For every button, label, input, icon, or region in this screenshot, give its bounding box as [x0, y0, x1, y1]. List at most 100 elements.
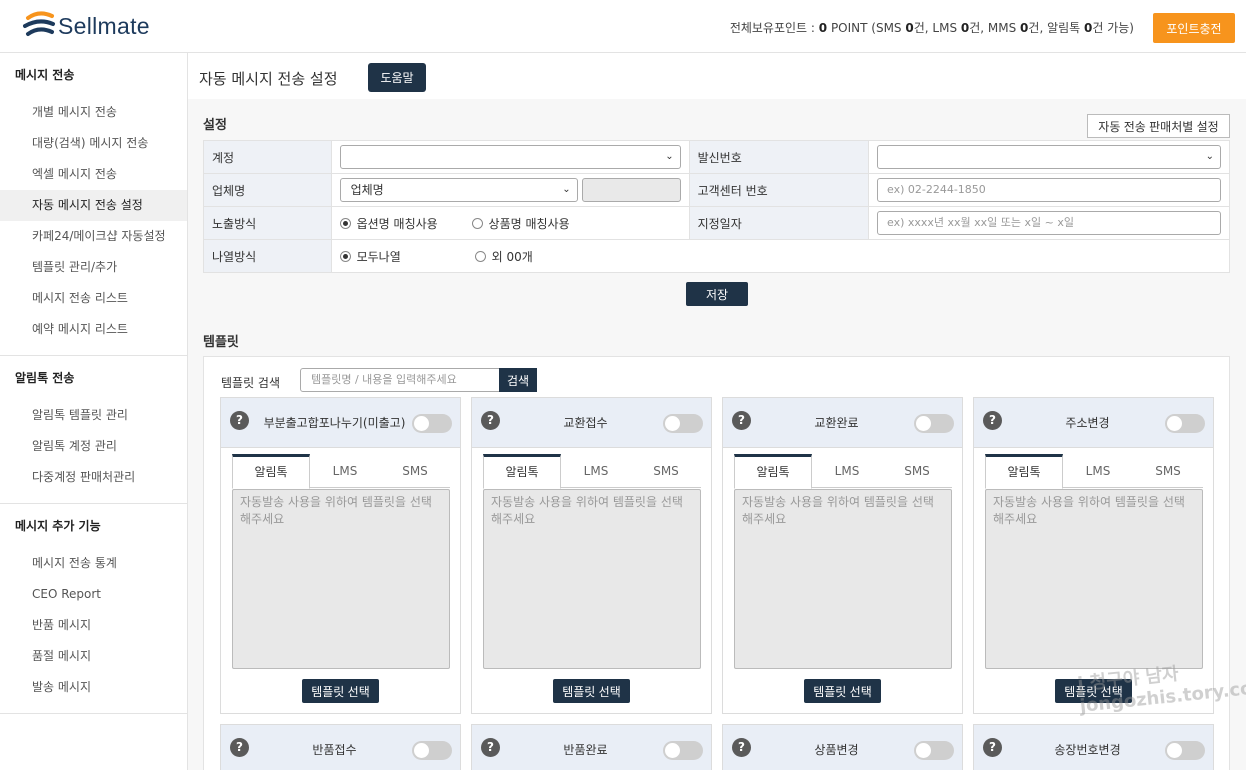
template-select-button[interactable]: 템플릿 선택	[302, 679, 379, 703]
tab-alimtalk[interactable]: 알림톡	[985, 454, 1063, 489]
auto-send-toggle[interactable]	[1165, 741, 1205, 760]
exposure-product-radio[interactable]	[471, 217, 483, 229]
sellmate-logo-icon	[23, 11, 55, 36]
question-icon[interactable]: ?	[230, 411, 249, 430]
sidebar-item-alim-template[interactable]: 알림톡 템플릿 관리	[0, 400, 187, 431]
sidebar-item-bulk-send[interactable]: 대량(검색) 메시지 전송	[0, 128, 187, 159]
sidebar-item-return-msg[interactable]: 반품 메시지	[0, 610, 187, 641]
sidebar-item-individual-send[interactable]: 개별 메시지 전송	[0, 97, 187, 128]
tab-sms[interactable]: SMS	[882, 454, 952, 488]
card-title: 반품접수	[312, 743, 357, 757]
tab-lms[interactable]: LMS	[563, 454, 629, 488]
auto-send-toggle[interactable]	[914, 414, 954, 433]
auto-send-toggle[interactable]	[663, 741, 703, 760]
sidebar-item-soldout-msg[interactable]: 품절 메시지	[0, 641, 187, 672]
card-title: 상품변경	[814, 743, 859, 757]
template-card: ? 송장번호변경	[973, 724, 1214, 770]
card-title: 송장번호변경	[1054, 743, 1121, 757]
sellmate-logo[interactable]: Sellmate	[22, 8, 172, 44]
message-textarea[interactable]: 자동발송 사용을 위하여 템플릿을 선택해주세요	[734, 489, 952, 669]
sidebar-section-title: 메시지 전송	[15, 68, 75, 82]
card-title: 교환접수	[563, 416, 608, 430]
sidebar-section-extra: 메시지 추가 기능 메시지 전송 통계 CEO Report 반품 메시지 품절…	[0, 504, 187, 714]
main-content: 자동 메시지 전송 설정 도움말 설정 자동 전송 판매처별 설정 계정 ⌄ 발…	[188, 53, 1246, 770]
template-card: ? 반품완료	[471, 724, 712, 770]
help-button[interactable]: 도움말	[368, 63, 426, 92]
question-icon[interactable]: ?	[481, 411, 500, 430]
tab-alimtalk[interactable]: 알림톡	[734, 454, 812, 489]
date-label: 지정일자	[688, 206, 870, 240]
sidebar-section-message: 메시지 전송 개별 메시지 전송 대량(검색) 메시지 전송 엑셀 메시지 전송…	[0, 53, 187, 356]
tab-sms[interactable]: SMS	[1133, 454, 1203, 488]
sidebar-item-ceo-report[interactable]: CEO Report	[0, 579, 187, 610]
sidebar-item-excel-send[interactable]: 엑셀 메시지 전송	[0, 159, 187, 190]
settings-form: 계정 ⌄ 발신번호 ⌄ 업체명 업체명 ⌄ 고객센터 번호 ex) 02-2244…	[203, 140, 1231, 273]
sidebar-item-send-list[interactable]: 메시지 전송 리스트	[0, 283, 187, 314]
sidebar-section-title: 메시지 추가 기능	[15, 519, 101, 533]
auto-send-toggle[interactable]	[412, 414, 452, 433]
page-title: 자동 메시지 전송 설정	[199, 70, 338, 88]
list-all-radio[interactable]	[339, 250, 351, 262]
account-label: 계정	[203, 140, 332, 174]
tab-alimtalk[interactable]: 알림톡	[232, 454, 310, 489]
list-others-radio[interactable]	[474, 250, 486, 262]
tab-lms[interactable]: LMS	[1065, 454, 1131, 488]
tab-sms[interactable]: SMS	[380, 454, 450, 488]
logo-text: Sellmate	[58, 13, 150, 39]
sender-label: 발신번호	[688, 140, 870, 174]
sidebar-item-reserved-list[interactable]: 예약 메시지 리스트	[0, 314, 187, 345]
sidebar-section-title: 알림톡 전송	[15, 371, 75, 385]
sidebar-item-ship-msg[interactable]: 발송 메시지	[0, 672, 187, 703]
sidebar-item-stats[interactable]: 메시지 전송 통계	[0, 548, 187, 579]
question-icon[interactable]: ?	[230, 738, 249, 757]
auto-send-toggle[interactable]	[1165, 414, 1205, 433]
template-section-title: 템플릿	[203, 335, 239, 350]
tab-lms[interactable]: LMS	[814, 454, 880, 488]
list-method-label: 나열방식	[203, 239, 332, 273]
vendor-settings-button[interactable]: 자동 전송 판매처별 설정	[1087, 114, 1230, 138]
save-button[interactable]: 저장	[686, 282, 748, 306]
auto-send-toggle[interactable]	[914, 741, 954, 760]
sidebar-item-multi-account[interactable]: 다중계정 판매처관리	[0, 462, 187, 493]
exposure-option-label: 옵션명 매칭사용	[356, 216, 438, 231]
template-card: ? 상품변경	[722, 724, 963, 770]
question-icon[interactable]: ?	[983, 738, 1002, 757]
chevron-down-icon: ⌄	[665, 151, 674, 162]
message-textarea[interactable]: 자동발송 사용을 위하여 템플릿을 선택해주세요	[483, 489, 701, 669]
auto-send-toggle[interactable]	[663, 414, 703, 433]
cs-number-input[interactable]: ex) 02-2244-1850	[877, 178, 1221, 202]
date-input[interactable]: ex) xxxx년 xx월 xx일 또는 x일 ~ x일	[877, 211, 1221, 235]
question-icon[interactable]: ?	[732, 738, 751, 757]
sidebar-item-cafe24-auto[interactable]: 카페24/메이크샵 자동설정	[0, 221, 187, 252]
template-search-button[interactable]: 검색	[499, 368, 537, 392]
sidebar-item-alim-account[interactable]: 알림톡 계정 관리	[0, 431, 187, 462]
point-charge-button[interactable]: 포인트충전	[1153, 13, 1235, 43]
sidebar: 메시지 전송 개별 메시지 전송 대량(검색) 메시지 전송 엑셀 메시지 전송…	[0, 53, 188, 770]
sidebar-item-template-manage[interactable]: 템플릿 관리/추가	[0, 252, 187, 283]
auto-send-toggle[interactable]	[412, 741, 452, 760]
template-search-input[interactable]: 템플릿명 / 내용을 입력해주세요	[300, 368, 500, 392]
tab-alimtalk[interactable]: 알림톡	[483, 454, 561, 489]
message-textarea[interactable]: 자동발송 사용을 위하여 템플릿을 선택해주세요	[985, 489, 1203, 669]
card-title: 반품완료	[563, 743, 608, 757]
exposure-option-radio[interactable]	[339, 217, 351, 229]
company-select[interactable]: 업체명 ⌄	[339, 178, 578, 202]
tab-sms[interactable]: SMS	[631, 454, 701, 488]
list-others-label: 외 00개	[491, 249, 533, 264]
template-card: ? 반품접수	[220, 724, 461, 770]
exposure-label: 노출방식	[203, 206, 332, 240]
question-icon[interactable]: ?	[481, 738, 500, 757]
question-icon[interactable]: ?	[983, 411, 1002, 430]
tab-lms[interactable]: LMS	[312, 454, 378, 488]
sender-number-select[interactable]: ⌄	[877, 145, 1221, 169]
sidebar-item-auto-settings[interactable]: 자동 메시지 전송 설정	[0, 190, 187, 221]
card-title: 교환완료	[814, 416, 859, 430]
template-select-button[interactable]: 템플릿 선택	[553, 679, 630, 703]
account-select[interactable]: ⌄	[339, 145, 681, 169]
list-all-label: 모두나열	[356, 249, 401, 264]
message-textarea[interactable]: 자동발송 사용을 위하여 템플릿을 선택해주세요	[232, 489, 450, 669]
question-icon[interactable]: ?	[732, 411, 751, 430]
chevron-down-icon: ⌄	[562, 184, 571, 195]
template-select-button[interactable]: 템플릿 선택	[804, 679, 881, 703]
company-extra-input[interactable]	[581, 178, 681, 202]
